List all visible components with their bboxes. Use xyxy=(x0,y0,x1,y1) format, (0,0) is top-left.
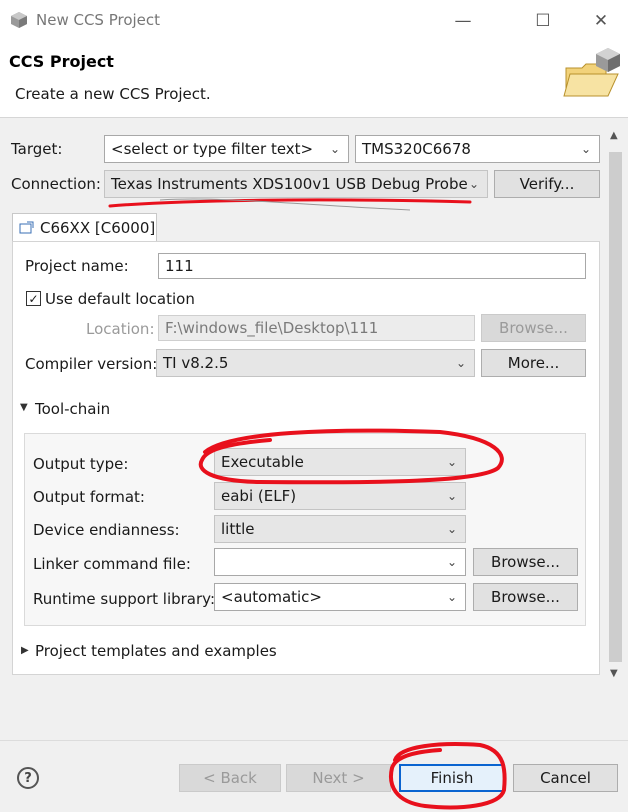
runtime-support-library-label: Runtime support library: xyxy=(33,590,215,608)
endianness-label: Device endianness: xyxy=(33,521,180,539)
endianness-combo[interactable]: little ⌄ xyxy=(214,515,466,543)
more-button[interactable]: More... xyxy=(481,349,586,377)
verify-button[interactable]: Verify... xyxy=(494,170,600,198)
compiler-version-combo[interactable]: TI v8.2.5 ⌄ xyxy=(156,349,475,377)
connection-value: Texas Instruments XDS100v1 USB Debug Pro… xyxy=(111,175,468,193)
target-label: Target: xyxy=(11,140,63,158)
back-button[interactable]: < Back xyxy=(179,764,281,792)
chevron-down-icon: ⌄ xyxy=(468,177,479,191)
scroll-up-icon[interactable]: ▲ xyxy=(610,130,618,141)
runtime-support-library-combo[interactable]: <automatic> ⌄ xyxy=(214,583,466,611)
page-title: CCS Project xyxy=(9,52,114,71)
runtime-browse-button[interactable]: Browse... xyxy=(473,583,578,611)
toolchain-section-toggle[interactable]: Tool-chain xyxy=(35,400,110,418)
output-format-label: Output format: xyxy=(33,488,145,506)
compiler-version-label: Compiler version: xyxy=(25,355,158,373)
chevron-down-icon: ⌄ xyxy=(455,356,466,370)
chevron-down-icon: ⌄ xyxy=(446,555,457,569)
target-filter-value: <select or type filter text> xyxy=(111,140,314,158)
use-default-location-label: Use default location xyxy=(45,290,195,308)
connection-combo[interactable]: Texas Instruments XDS100v1 USB Debug Pro… xyxy=(104,170,488,198)
scrollbar[interactable]: ▲ ▼ xyxy=(606,128,626,688)
cancel-button[interactable]: Cancel xyxy=(513,764,618,792)
finish-button[interactable]: Finish xyxy=(399,764,505,792)
endianness-value: little xyxy=(221,520,255,538)
tab-label: C66XX [C6000] xyxy=(40,219,156,237)
compiler-version-value: TI v8.2.5 xyxy=(163,354,229,372)
tab-c66xx[interactable]: C66XX [C6000] xyxy=(12,213,157,242)
page-subtitle: Create a new CCS Project. xyxy=(15,85,211,103)
chevron-expanded-icon[interactable]: ▼ xyxy=(20,402,28,413)
minimize-button[interactable]: — xyxy=(440,6,486,36)
chevron-down-icon: ⌄ xyxy=(446,590,457,604)
footer-divider xyxy=(0,740,628,741)
output-type-label: Output type: xyxy=(33,455,129,473)
linker-command-file-combo[interactable]: ⌄ xyxy=(214,548,466,576)
use-default-location-checkbox[interactable]: ✓ xyxy=(26,291,41,306)
linker-command-file-label: Linker command file: xyxy=(33,555,191,573)
output-type-combo[interactable]: Executable ⌄ xyxy=(214,448,466,476)
chevron-down-icon: ⌄ xyxy=(446,489,457,503)
output-format-value: eabi (ELF) xyxy=(221,487,297,505)
connection-label: Connection: xyxy=(11,175,101,193)
chevron-down-icon: ⌄ xyxy=(580,142,591,156)
linker-browse-button[interactable]: Browse... xyxy=(473,548,578,576)
target-device-combo[interactable]: TMS320C6678 ⌄ xyxy=(355,135,600,163)
folder-wizard-icon xyxy=(563,48,620,97)
chevron-collapsed-icon[interactable]: ▶ xyxy=(21,645,29,656)
scrollbar-thumb[interactable] xyxy=(609,152,622,662)
window-title: New CCS Project xyxy=(36,11,161,29)
project-tab-icon xyxy=(19,221,34,234)
target-filter-combo[interactable]: <select or type filter text> ⌄ xyxy=(104,135,349,163)
runtime-support-library-value: <automatic> xyxy=(221,588,322,606)
close-button[interactable]: ✕ xyxy=(578,6,624,36)
project-templates-section-toggle[interactable]: Project templates and examples xyxy=(35,642,277,660)
help-icon[interactable]: ? xyxy=(17,767,39,789)
next-button[interactable]: Next > xyxy=(286,764,391,792)
project-name-label: Project name: xyxy=(25,257,129,275)
scroll-down-icon[interactable]: ▼ xyxy=(610,668,618,679)
chevron-down-icon: ⌄ xyxy=(446,522,457,536)
project-name-input[interactable]: 111 xyxy=(158,253,586,279)
location-input[interactable]: F:\windows_file\Desktop\111 xyxy=(158,315,475,341)
location-browse-button[interactable]: Browse... xyxy=(481,314,586,342)
target-device-value: TMS320C6678 xyxy=(362,140,471,158)
chevron-down-icon: ⌄ xyxy=(446,455,457,469)
location-label: Location: xyxy=(86,320,155,338)
output-type-value: Executable xyxy=(221,453,304,471)
app-icon xyxy=(11,12,27,28)
output-format-combo[interactable]: eabi (ELF) ⌄ xyxy=(214,482,466,510)
maximize-button[interactable]: ☐ xyxy=(520,6,566,36)
chevron-down-icon: ⌄ xyxy=(329,142,340,156)
